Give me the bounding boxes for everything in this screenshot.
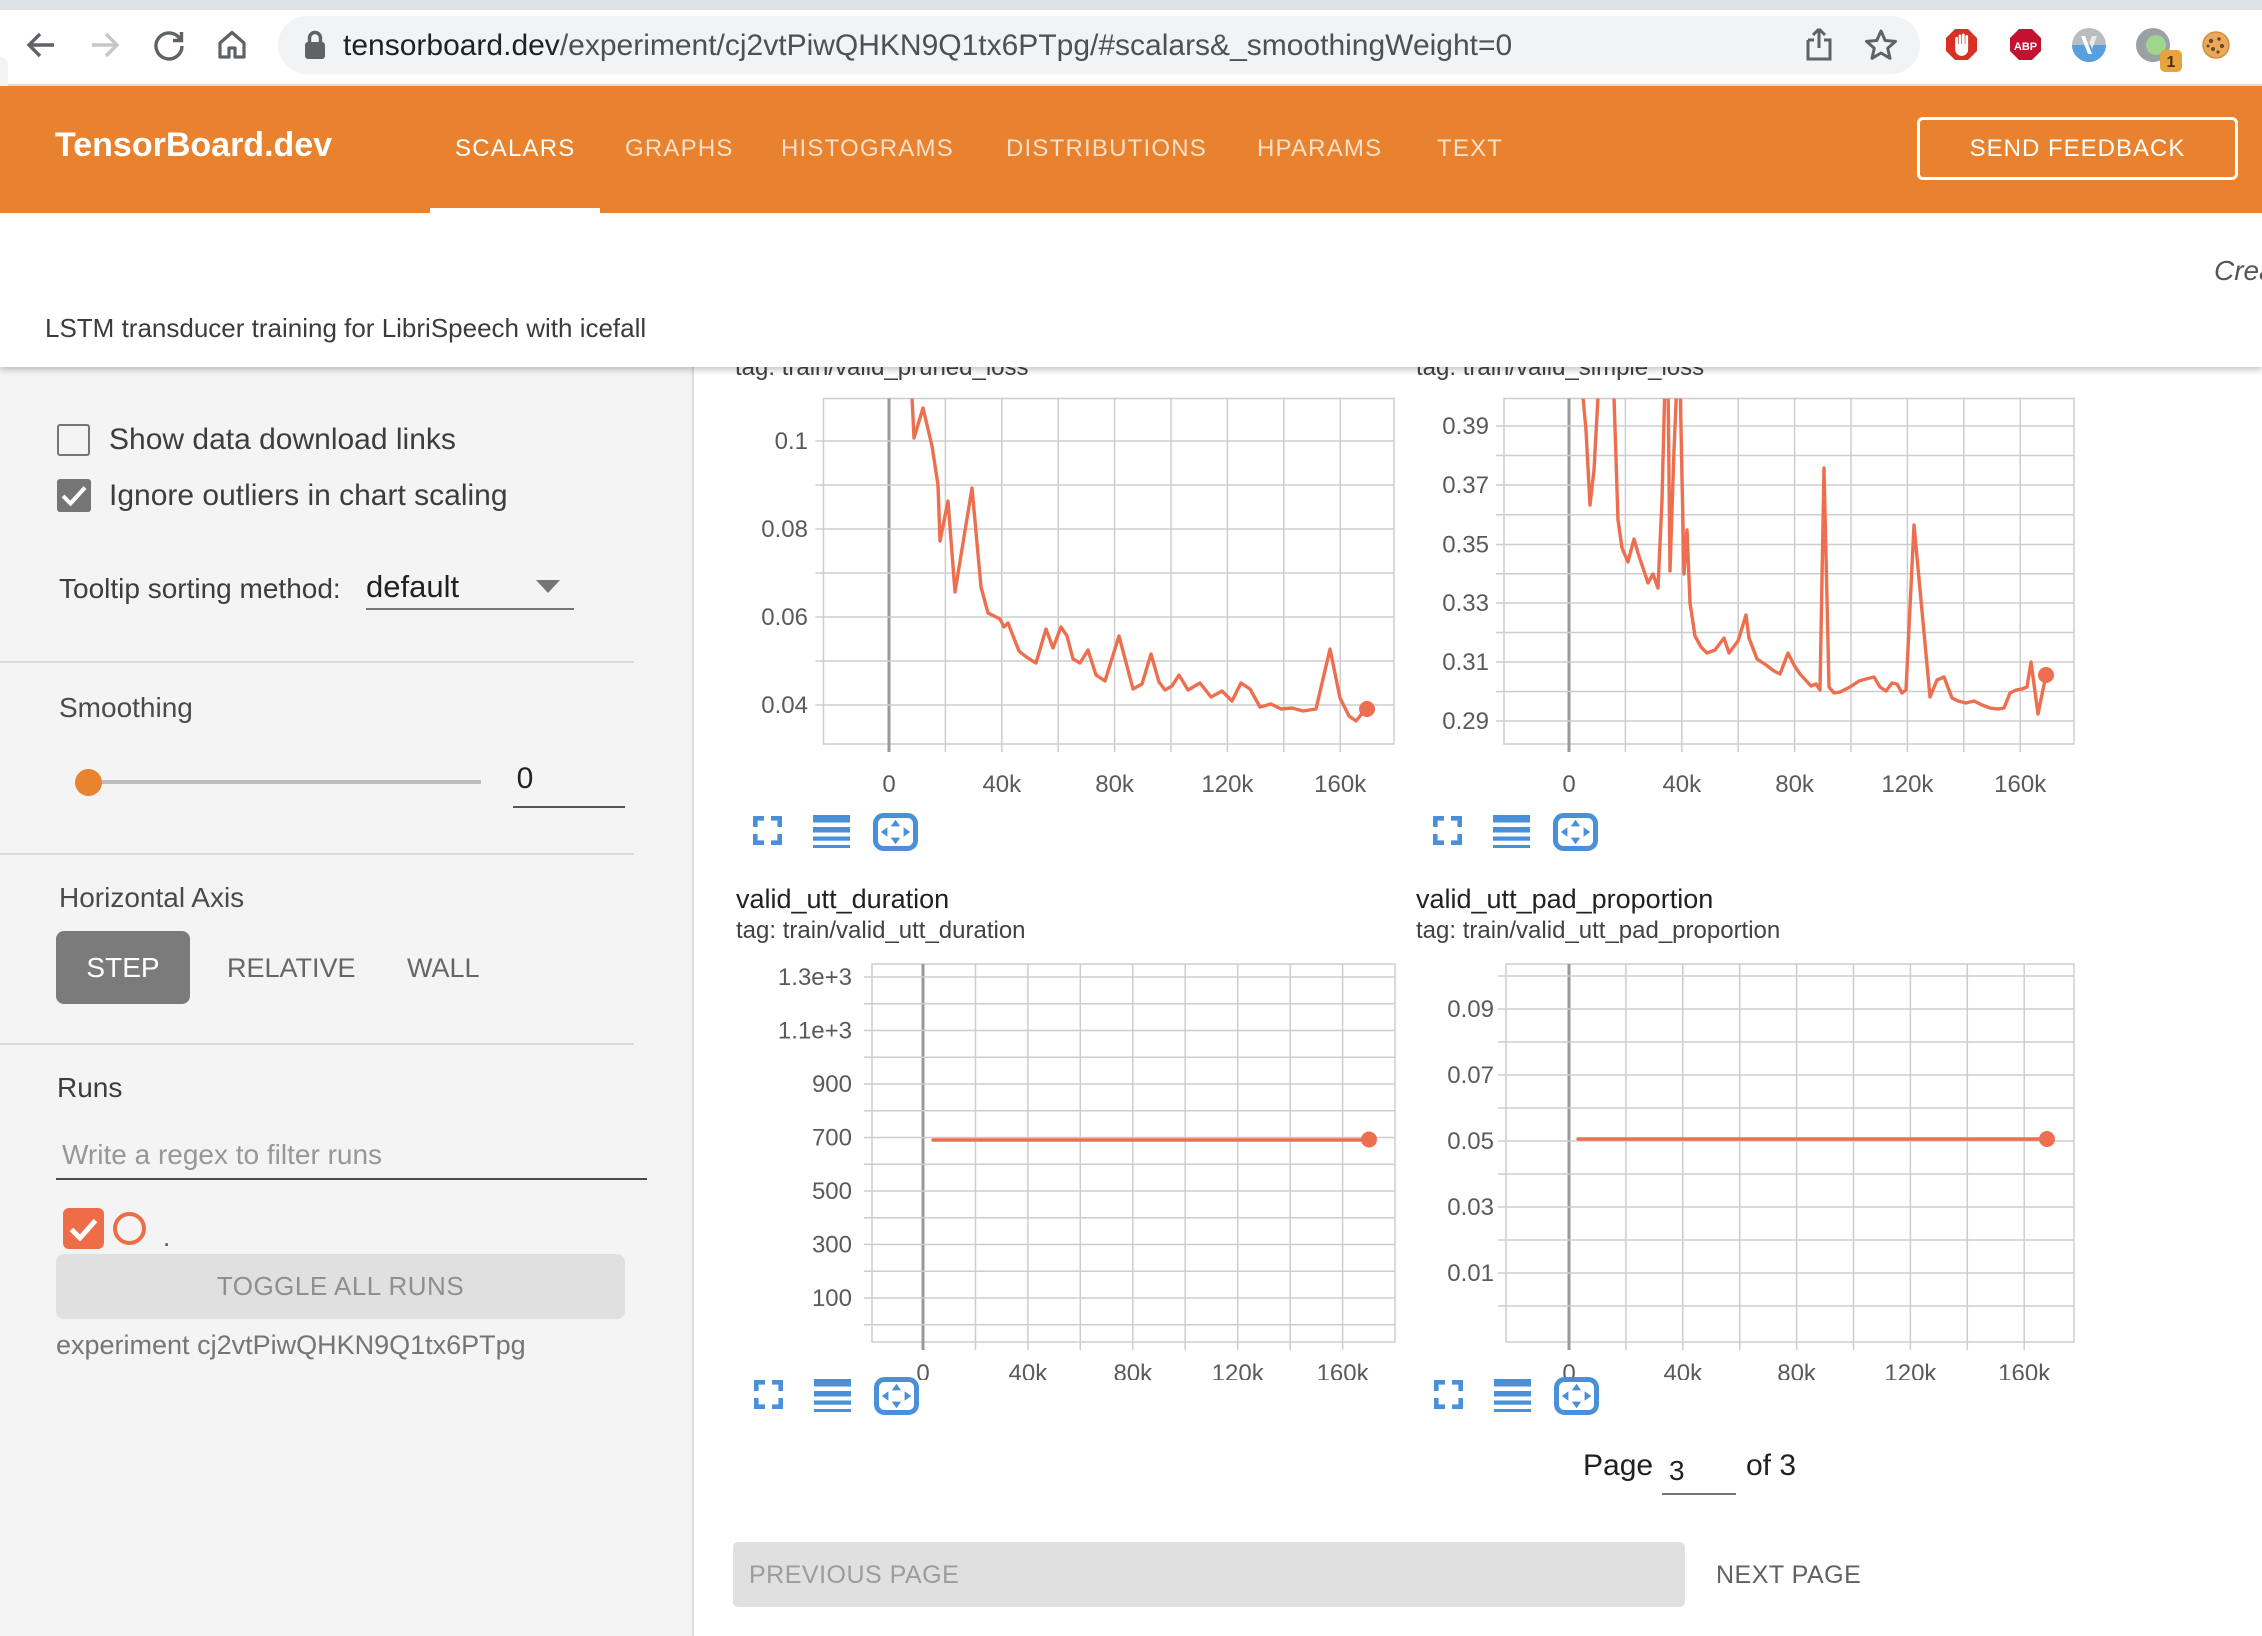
svg-text:0.03: 0.03 [1447,1194,1494,1221]
svg-text:0.39: 0.39 [1442,413,1489,440]
svg-text:160k: 160k [1314,771,1367,798]
svg-text:ABP: ABP [2014,41,2037,53]
svg-text:120k: 120k [1212,1360,1265,1380]
svg-text:0.04: 0.04 [761,692,808,719]
svg-text:120k: 120k [1884,1360,1937,1380]
svg-text:0.07: 0.07 [1447,1062,1494,1089]
svg-text:0.33: 0.33 [1442,590,1489,617]
svg-text:0.37: 0.37 [1442,472,1489,499]
svg-text:160k: 160k [1994,771,2047,798]
svg-text:80k: 80k [1095,771,1135,798]
svg-text:900: 900 [812,1071,852,1098]
svg-text:120k: 120k [1881,771,1934,798]
svg-text:0.08: 0.08 [761,516,808,543]
svg-text:160k: 160k [1998,1360,2051,1380]
svg-text:500: 500 [812,1178,852,1205]
svg-text:0.06: 0.06 [761,604,808,631]
svg-text:40k: 40k [1662,771,1702,798]
svg-text:40k: 40k [982,771,1022,798]
svg-text:100: 100 [812,1285,852,1312]
svg-text:0.31: 0.31 [1442,649,1489,676]
svg-text:300: 300 [812,1232,852,1259]
svg-text:1.1e+3: 1.1e+3 [778,1018,852,1045]
svg-text:80k: 80k [1775,771,1815,798]
svg-text:40k: 40k [1663,1360,1703,1380]
svg-text:0.1: 0.1 [775,428,808,455]
svg-text:0.09: 0.09 [1447,996,1494,1023]
svg-text:0: 0 [882,771,895,798]
svg-text:40k: 40k [1009,1360,1049,1380]
svg-text:0.05: 0.05 [1447,1128,1494,1155]
svg-text:0.35: 0.35 [1442,532,1489,559]
svg-text:80k: 80k [1777,1360,1817,1380]
svg-text:0: 0 [1562,771,1575,798]
svg-text:700: 700 [812,1125,852,1152]
svg-text:1.3e+3: 1.3e+3 [778,964,852,991]
svg-text:1: 1 [2167,54,2176,71]
svg-text:0.01: 0.01 [1447,1260,1494,1287]
svg-text:120k: 120k [1201,771,1254,798]
svg-text:0.29: 0.29 [1442,708,1489,735]
svg-text:160k: 160k [1317,1360,1370,1380]
svg-text:80k: 80k [1113,1360,1153,1380]
